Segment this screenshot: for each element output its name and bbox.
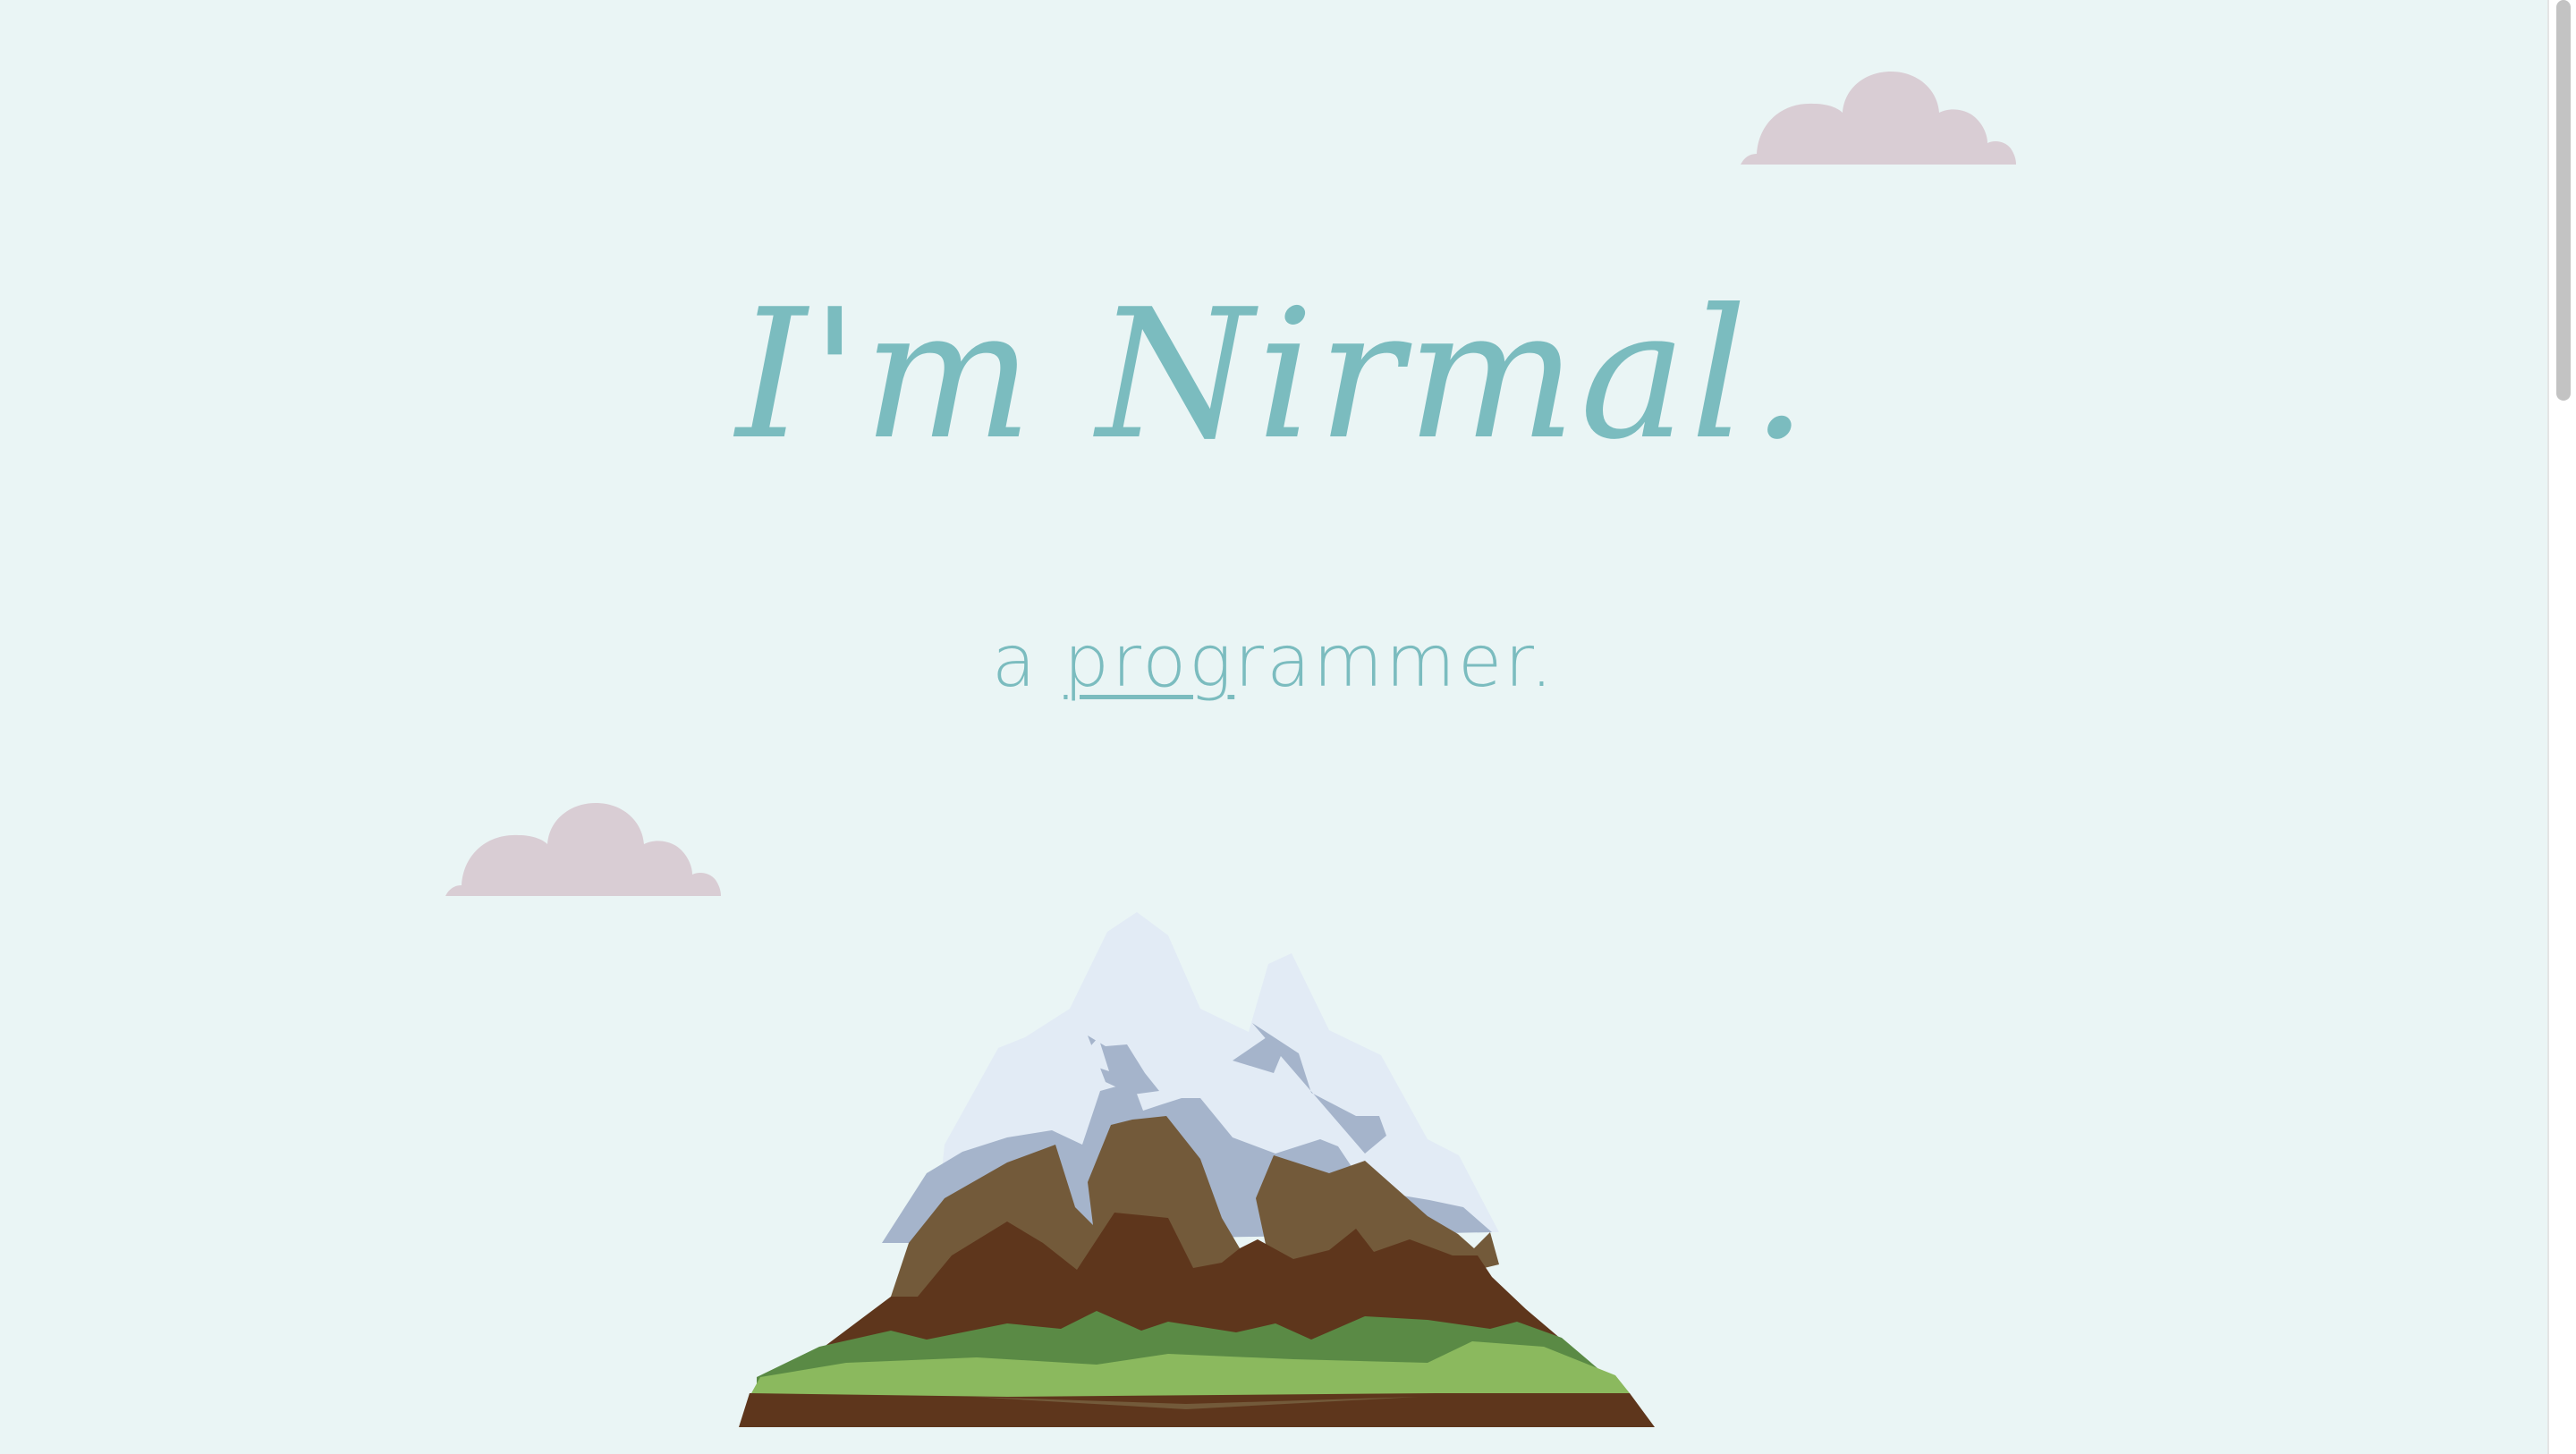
tagline-prefix: a: [991, 620, 1064, 703]
mountain-illustration: [739, 912, 1655, 1427]
cloud-icon: [1741, 72, 2016, 165]
page-title: I'm Nirmal.: [735, 271, 1812, 479]
tagline-rest-text: rammer.: [1234, 620, 1556, 703]
cloud-icon: [445, 803, 721, 896]
page-viewport: I'm Nirmal. a programmer.: [0, 0, 2547, 1454]
scrollbar-thumb[interactable]: [2556, 0, 2571, 401]
vertical-scrollbar[interactable]: [2547, 0, 2576, 1454]
tagline: a programmer.: [0, 617, 2547, 706]
tagline-typed-text: prog: [1063, 620, 1235, 703]
